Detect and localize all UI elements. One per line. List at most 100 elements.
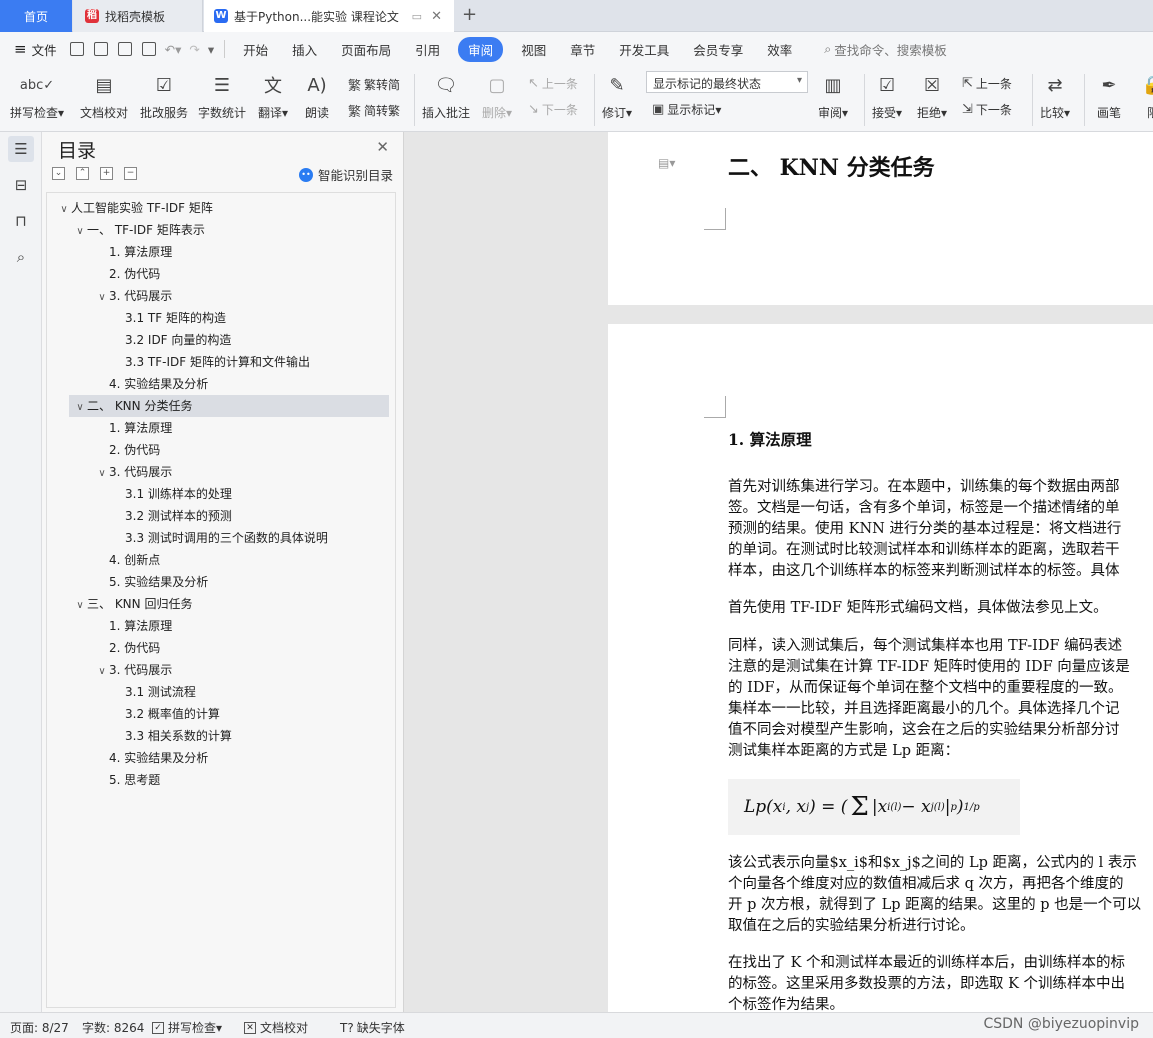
expand-all-icon[interactable]: +	[100, 167, 113, 180]
toc-item[interactable]: 3.2 概率值的计算	[47, 703, 389, 725]
toc-item[interactable]: 3.3 相关系数的计算	[47, 725, 389, 747]
toc-item[interactable]: ∨ 3. 代码展示	[47, 659, 389, 681]
chevron-down-icon[interactable]: ∨	[73, 397, 87, 419]
toc-item[interactable]: 4. 实验结果及分析	[47, 747, 389, 769]
search-icon[interactable]: ⌕	[8, 244, 34, 270]
menu-references[interactable]: 引用	[403, 40, 452, 59]
track-changes-button[interactable]: ✎ 修订▾	[602, 70, 632, 121]
next-comment-button[interactable]: ↘ 下一条	[528, 101, 578, 118]
menu-section[interactable]: 章节	[558, 40, 607, 59]
close-icon[interactable]: ✕	[376, 138, 389, 156]
compare-button[interactable]: ⇄ 比较▾	[1040, 70, 1070, 121]
toc-item[interactable]: 1. 算法原理	[47, 615, 389, 637]
new-tab-button[interactable]: +	[462, 4, 477, 25]
menu-efficiency[interactable]: 效率	[755, 40, 804, 59]
menu-developer[interactable]: 开发工具	[607, 40, 681, 59]
redo-icon[interactable]: ↷	[189, 42, 199, 57]
more-icon[interactable]: ▾	[208, 42, 214, 57]
toc-item[interactable]: 2. 伪代码	[47, 263, 389, 285]
accept-button[interactable]: ☑ 接受▾	[872, 70, 902, 121]
toc-item[interactable]: 3.3 测试时调用的三个函数的具体说明	[47, 527, 389, 549]
toc-item[interactable]: 4. 实验结果及分析	[47, 373, 389, 395]
document-area[interactable]: ▤▾ 二、 KNN 分类任务 1. 算法原理 首先对训练集进行学习。在本题中，训…	[404, 132, 1153, 1012]
toc-item[interactable]: ∨ 3. 代码展示	[47, 461, 389, 483]
toc-icon[interactable]: ☰	[8, 136, 34, 162]
chapter-nav-icon[interactable]: ⊟	[8, 172, 34, 198]
approve-service-button[interactable]: ☑ 批改服务	[140, 70, 188, 121]
restrict-button[interactable]: 🔒 限	[1140, 70, 1153, 121]
tab-template[interactable]: 稻 找稻壳模板	[73, 0, 203, 32]
tab-home[interactable]: 首页	[0, 0, 72, 32]
toc-item[interactable]: 3.2 测试样本的预测	[47, 505, 389, 527]
toc-item[interactable]: 2. 伪代码	[47, 439, 389, 461]
spell-check-status[interactable]: ✓ 拼写检查 ▾	[152, 1019, 222, 1036]
reject-button[interactable]: ☒ 拒绝▾	[917, 70, 947, 121]
simp-to-trad-button[interactable]: 繁简转繁	[348, 101, 400, 120]
trad-to-simp-button[interactable]: 繁繁转简	[348, 75, 400, 94]
collapse-up-icon[interactable]: ⌃	[76, 167, 89, 180]
tab-document[interactable]: W 基于Python...能实验 课程论文 ▭ ✕	[204, 0, 454, 32]
proofread-status[interactable]: ✕ 文档校对	[244, 1019, 308, 1036]
paragraph-menu-icon[interactable]: ▤▾	[658, 156, 675, 170]
menu-review[interactable]: 审阅	[458, 36, 504, 62]
toc-item[interactable]: 5. 实验结果及分析	[47, 571, 389, 593]
toc-item[interactable]: 3.1 训练样本的处理	[47, 483, 389, 505]
chevron-down-icon[interactable]: ∨	[95, 287, 109, 309]
chevron-down-icon[interactable]: ∨	[73, 595, 87, 617]
chevron-down-icon[interactable]: ∨	[95, 661, 109, 683]
menu-layout[interactable]: 页面布局	[329, 40, 403, 59]
menu-member[interactable]: 会员专享	[681, 40, 755, 59]
toc-item[interactable]: 3.3 TF-IDF 矩阵的计算和文件输出	[47, 351, 389, 373]
read-aloud-button[interactable]: A) 朗读	[304, 70, 330, 121]
undo-icon[interactable]: ↶▾	[165, 42, 182, 57]
toc-item[interactable]: 3.1 测试流程	[47, 681, 389, 703]
next-change-button[interactable]: ⇲ 下一条	[962, 101, 1012, 118]
file-menu[interactable]: ≡ 文件	[0, 40, 65, 59]
missing-font-status[interactable]: T? 缺失字体	[340, 1019, 405, 1036]
document-page[interactable]: ▤▾ 二、 KNN 分类任务	[608, 132, 1153, 305]
toc-item[interactable]: ∨ 3. 代码展示	[47, 285, 389, 307]
chevron-down-icon[interactable]: ∨	[95, 463, 109, 485]
review-pane-button[interactable]: ▥ 审阅▾	[818, 70, 848, 121]
toc-item[interactable]: 4. 创新点	[47, 549, 389, 571]
toc-item[interactable]: ∨ 一、 TF-IDF 矩阵表示	[47, 219, 389, 241]
document-page[interactable]: 1. 算法原理 首先对训练集进行学习。在本题中，训练集的每个数据由两部 签。文档是…	[608, 324, 1153, 1012]
smart-toc-button[interactable]: •• 智能识别目录	[298, 165, 393, 184]
bookmark-icon[interactable]: ⊓	[8, 208, 34, 234]
toc-item[interactable]: 5. 思考题	[47, 769, 389, 791]
collapse-all-icon[interactable]: −	[124, 167, 137, 180]
page-indicator[interactable]: 页面: 8/27	[10, 1019, 69, 1036]
toc-item[interactable]: ∨ 三、 KNN 回归任务	[47, 593, 389, 615]
spell-check-button[interactable]: abc✓ 拼写检查▾	[10, 70, 64, 121]
prev-change-button[interactable]: ⇱ 上一条	[962, 75, 1012, 92]
export-icon[interactable]	[93, 42, 108, 56]
show-markup-button[interactable]: ▣ 显示标记 ▾	[652, 101, 721, 118]
toc-item[interactable]: ∨ 二、 KNN 分类任务	[69, 395, 389, 417]
menu-view[interactable]: 视图	[509, 40, 558, 59]
pin-icon[interactable]: ▭	[412, 10, 422, 23]
print-icon[interactable]	[117, 42, 132, 56]
toc-item[interactable]: 1. 算法原理	[47, 241, 389, 263]
word-count-indicator[interactable]: 字数: 8264	[82, 1019, 144, 1036]
toc-item[interactable]: ∨ 人工智能实验 TF-IDF 矩阵	[47, 197, 389, 219]
pen-button[interactable]: ✒ 画笔	[1096, 70, 1122, 121]
menu-insert[interactable]: 插入	[280, 40, 329, 59]
markup-state-select[interactable]: 显示标记的最终状态	[646, 71, 808, 93]
close-tab-icon[interactable]: ✕	[431, 9, 442, 24]
toc-item[interactable]: 2. 伪代码	[47, 637, 389, 659]
delete-comment-button[interactable]: ▢ 删除▾	[482, 70, 512, 121]
print-preview-icon[interactable]	[141, 42, 156, 56]
command-search[interactable]: ⌕ 查找命令、搜索模板	[804, 40, 947, 59]
chevron-down-icon[interactable]: ∨	[57, 199, 71, 221]
prev-comment-button[interactable]: ↖ 上一条	[528, 75, 578, 92]
toc-item[interactable]: 3.1 TF 矩阵的构造	[47, 307, 389, 329]
save-icon[interactable]	[69, 42, 84, 56]
menu-home[interactable]: 开始	[231, 40, 280, 59]
translate-button[interactable]: 文 翻译▾	[258, 70, 288, 121]
toc-item[interactable]: 3.2 IDF 向量的构造	[47, 329, 389, 351]
toc-item[interactable]: 1. 算法原理	[47, 417, 389, 439]
proofread-button[interactable]: ▤ 文档校对	[80, 70, 128, 121]
collapse-down-icon[interactable]: ⌄	[52, 167, 65, 180]
chevron-down-icon[interactable]: ∨	[73, 221, 87, 243]
word-count-button[interactable]: ☰ 字数统计	[198, 70, 246, 121]
